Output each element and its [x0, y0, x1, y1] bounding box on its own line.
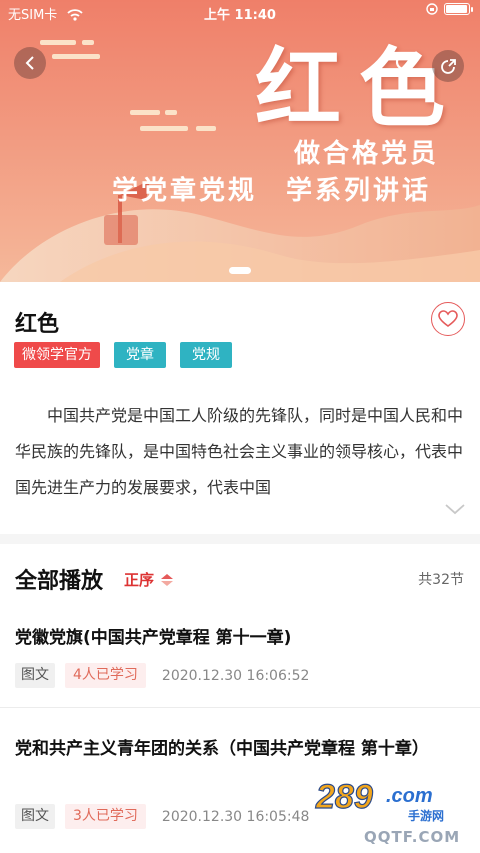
lesson-type-badge: 图文 — [15, 804, 55, 829]
lesson-date: 2020.12.30 16:06:52 — [161, 667, 310, 684]
heart-icon — [438, 310, 458, 327]
banner-title: 红色 — [255, 38, 463, 139]
lesson-meta: 图文 3人已学习 2020.12.30 16:05:48 — [15, 804, 309, 829]
clock: 上午 11:40 — [204, 8, 276, 23]
course-tags: 微领学官方 党章 党规 — [14, 342, 232, 368]
share-icon — [441, 59, 456, 74]
battery-icon — [444, 3, 473, 15]
sort-label: 正序 — [124, 571, 155, 589]
sort-icon — [161, 573, 174, 586]
lesson-type-badge: 图文 — [15, 663, 55, 688]
course-title: 红色 — [15, 312, 60, 337]
watermark-url: QQTF.COM — [364, 828, 461, 846]
banner-slogan-2: 学党章党规 学系列讲话 — [112, 176, 432, 206]
carousel-indicator[interactable] — [229, 267, 251, 274]
back-button[interactable] — [14, 47, 46, 79]
tag-party-rules[interactable]: 党规 — [180, 342, 232, 368]
lesson-meta: 图文 4人已学习 2020.12.30 16:06:52 — [15, 663, 309, 688]
learner-count-badge: 3人已学习 — [65, 804, 146, 829]
learner-count-badge: 4人已学习 — [65, 663, 146, 688]
list-divider — [0, 707, 480, 708]
course-banner: 红色 做合格党员 学党章党规 学系列讲话 — [0, 0, 480, 282]
svg-text:.com: .com — [386, 785, 433, 807]
search-button[interactable] — [394, 52, 418, 80]
tag-official[interactable]: 微领学官方 — [14, 342, 100, 368]
section-divider — [0, 534, 480, 544]
sort-toggle[interactable]: 正序 — [124, 569, 174, 590]
chevron-down-icon — [445, 504, 465, 515]
lesson-count: 共32节 — [418, 572, 464, 588]
svg-text:289: 289 — [315, 778, 373, 816]
svg-text:手游网: 手游网 — [408, 808, 444, 823]
search-icon — [395, 53, 416, 74]
course-description: 中国共产党是中国工人阶级的先锋队，同时是中国人民和中华民族的先锋队，是中国特色社… — [15, 406, 464, 497]
expand-description-button[interactable] — [444, 500, 466, 519]
site-watermark-logo: 289 .com 手游网 — [312, 772, 462, 830]
tag-party-constitution[interactable]: 党章 — [114, 342, 166, 368]
banner-slogan-1: 做合格党员 — [294, 139, 440, 169]
favorite-button[interactable] — [431, 302, 465, 336]
lesson-date: 2020.12.30 16:05:48 — [161, 808, 310, 825]
status-bar: 无SIM卡 上午 11:40 — [0, 0, 480, 24]
lesson-title[interactable]: 党和共产主义青年团的关系（中国共产党章程 第十章） — [15, 733, 465, 765]
lesson-title[interactable]: 党徽党旗(中国共产党章程 第十一章) — [15, 622, 465, 654]
chevron-left-icon — [25, 56, 34, 70]
share-button[interactable] — [432, 50, 464, 82]
play-all-title[interactable]: 全部播放 — [15, 563, 103, 595]
orientation-lock-icon — [426, 3, 438, 15]
